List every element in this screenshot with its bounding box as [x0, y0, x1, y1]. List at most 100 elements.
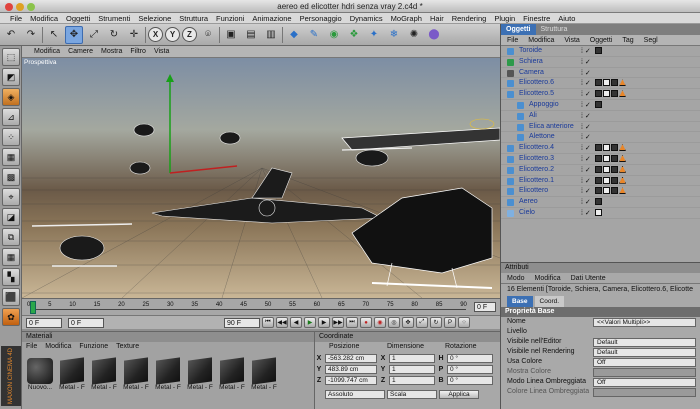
apply-button[interactable]: Applica — [439, 389, 479, 399]
object-row[interactable]: Elicottero.3 ⁞ ✓ — [501, 154, 700, 165]
parameter-key-icon[interactable]: P — [444, 317, 456, 328]
object-row[interactable]: Ali ⁞ ✓ — [501, 111, 700, 122]
objects-menu-oggetti[interactable]: Oggetti — [590, 35, 613, 45]
visibility-toggle[interactable]: ⁞ ✓ — [581, 101, 591, 109]
points-mode-icon[interactable]: ⁘ — [2, 128, 20, 146]
material-item[interactable]: Metal - F — [218, 357, 246, 391]
axis-mode-icon[interactable]: ⊿ — [2, 108, 20, 126]
live-selection-icon[interactable]: ↖ — [45, 26, 63, 44]
viewport-menu-filtro[interactable]: Filtro — [130, 48, 146, 55]
material-tag[interactable] — [603, 144, 610, 152]
timeline-ruler[interactable]: 0 5 10 15 20 25 30 35 40 45 50 55 60 65 … — [22, 298, 500, 315]
objects-menu-tag[interactable]: Tag — [622, 35, 633, 45]
object-row[interactable]: Elicottero.2 ⁞ ✓ — [501, 165, 700, 176]
rotation-p-field[interactable]: 0 ° — [447, 364, 493, 374]
use-color-dropdown[interactable]: Off — [593, 357, 696, 367]
x-axis-lock-button[interactable]: X — [148, 27, 163, 42]
deformer-icon[interactable]: ✦ — [365, 26, 383, 44]
material-item[interactable]: Metal - F — [250, 357, 278, 391]
size-y-field[interactable]: 1 — [389, 364, 435, 374]
undo-icon[interactable]: ↶ — [2, 26, 20, 44]
material-tag[interactable] — [595, 79, 602, 87]
visibility-toggle[interactable]: ⁞ ✓ — [581, 198, 591, 206]
attributes-menu-modifica[interactable]: Modifica — [535, 273, 561, 283]
record-icon[interactable]: ● — [360, 317, 372, 328]
visibility-toggle[interactable]: ⁞ ✓ — [581, 177, 591, 185]
warning-tag[interactable] — [619, 144, 626, 152]
step-back-icon[interactable]: ◀ — [290, 317, 302, 328]
material-tag[interactable] — [611, 165, 618, 173]
zoom-window-button[interactable] — [27, 3, 35, 11]
position-y-field[interactable]: 483.89 cm — [325, 364, 377, 374]
model-mode-icon[interactable]: ◩ — [2, 68, 20, 86]
visibility-toggle[interactable]: ⁞ ✓ — [581, 112, 591, 120]
material-tag[interactable] — [603, 176, 610, 184]
material-item[interactable]: Metal - F — [154, 357, 182, 391]
visibility-toggle[interactable]: ⁞ ✓ — [581, 47, 591, 55]
menu-animazione[interactable]: Animazione — [248, 13, 295, 23]
end-frame-field[interactable]: 90 F — [224, 317, 260, 328]
next-key-icon[interactable]: ▶▶ — [332, 317, 344, 328]
object-row[interactable]: Alettone ⁞ ✓ — [501, 132, 700, 144]
material-tag[interactable] — [611, 79, 618, 87]
shaded-line-mode-dropdown[interactable]: Off — [593, 377, 696, 387]
visibility-toggle[interactable]: ⁞ ✓ — [581, 133, 591, 141]
object-row[interactable]: Cielo ⁞ ✓ — [501, 208, 700, 219]
visible-in-render-dropdown[interactable]: Default — [593, 347, 696, 357]
quantize-icon[interactable]: ▚ — [2, 268, 20, 286]
visibility-toggle[interactable]: ⁞ ✓ — [581, 144, 591, 152]
material-tag[interactable] — [611, 187, 618, 195]
object-row[interactable]: Toroide ⁞ ✓ — [501, 46, 700, 57]
rotation-h-field[interactable]: 0 ° — [447, 353, 493, 363]
object-row[interactable]: Aereo ⁞ ✓ — [501, 197, 700, 208]
layer-field[interactable] — [593, 328, 696, 337]
viewport-menu-camere[interactable]: Camere — [68, 48, 93, 55]
material-tag[interactable] — [603, 154, 610, 162]
sculpt-icon[interactable]: ⬛ — [2, 288, 20, 306]
close-window-button[interactable] — [5, 3, 13, 11]
move-tool-icon[interactable]: ✥ — [65, 25, 83, 44]
warning-tag[interactable] — [619, 90, 626, 98]
material-tag[interactable] — [595, 187, 602, 195]
cube-primitive-icon[interactable]: ◆ — [285, 26, 303, 44]
warning-tag[interactable] — [619, 165, 626, 173]
visible-in-editor-dropdown[interactable]: Default — [593, 337, 696, 347]
snap-icon[interactable]: ⧉ — [2, 228, 20, 246]
visibility-toggle[interactable]: ⁞ ✓ — [581, 123, 591, 131]
menu-selezione[interactable]: Selezione — [134, 13, 175, 23]
mograph-icon[interactable]: ✿ — [2, 308, 20, 326]
display-color-swatch[interactable] — [593, 367, 696, 377]
scale-mode-dropdown[interactable]: Scala — [387, 389, 437, 399]
warning-tag[interactable] — [619, 154, 626, 162]
point-level-icon[interactable]: ⁘ — [458, 317, 470, 328]
material-tag[interactable] — [611, 90, 618, 98]
menu-rendering[interactable]: Rendering — [448, 13, 491, 23]
render-picture-viewer-icon[interactable]: ▤ — [242, 26, 260, 44]
enable-axis-icon[interactable]: ⌖ — [2, 188, 20, 206]
visibility-toggle[interactable]: ⁞ ✓ — [581, 155, 591, 163]
menu-modifica[interactable]: Modifica — [26, 13, 62, 23]
material-tag[interactable] — [595, 154, 602, 162]
object-row[interactable]: Elicottero ⁞ ✓ — [501, 186, 700, 198]
material-item[interactable]: Metal - F — [122, 357, 150, 391]
edges-mode-icon[interactable]: ▦ — [2, 148, 20, 166]
visibility-toggle[interactable]: ⁞ ✓ — [581, 79, 591, 87]
name-field[interactable]: <<Valori Multipli>> — [593, 317, 696, 327]
menu-hair[interactable]: Hair — [426, 13, 448, 23]
material-item[interactable]: Metal - F — [90, 357, 118, 391]
attributes-menu-dati-utente[interactable]: Dati Utente — [571, 273, 606, 283]
position-x-field[interactable]: -563.282 cm — [325, 353, 377, 363]
menu-dynamics[interactable]: Dynamics — [346, 13, 387, 23]
object-row[interactable]: Camera ⁞ ✓ — [501, 68, 700, 79]
warning-tag[interactable] — [619, 187, 626, 195]
recent-tool-icon[interactable]: ✛ — [125, 26, 143, 44]
material-tag[interactable] — [595, 90, 602, 98]
keyframe-selection-icon[interactable]: ◎ — [388, 317, 400, 328]
size-x-field[interactable]: 1 — [389, 353, 435, 363]
render-settings-icon[interactable]: ▥ — [262, 26, 280, 44]
shaded-line-color-swatch[interactable] — [593, 387, 696, 397]
visibility-toggle[interactable]: ⁞ ✓ — [581, 187, 591, 195]
menu-mograph[interactable]: MoGraph — [387, 13, 426, 23]
objects-menu-vista[interactable]: Vista — [564, 35, 579, 45]
scale-tool-icon[interactable]: ⤢ — [85, 26, 103, 44]
